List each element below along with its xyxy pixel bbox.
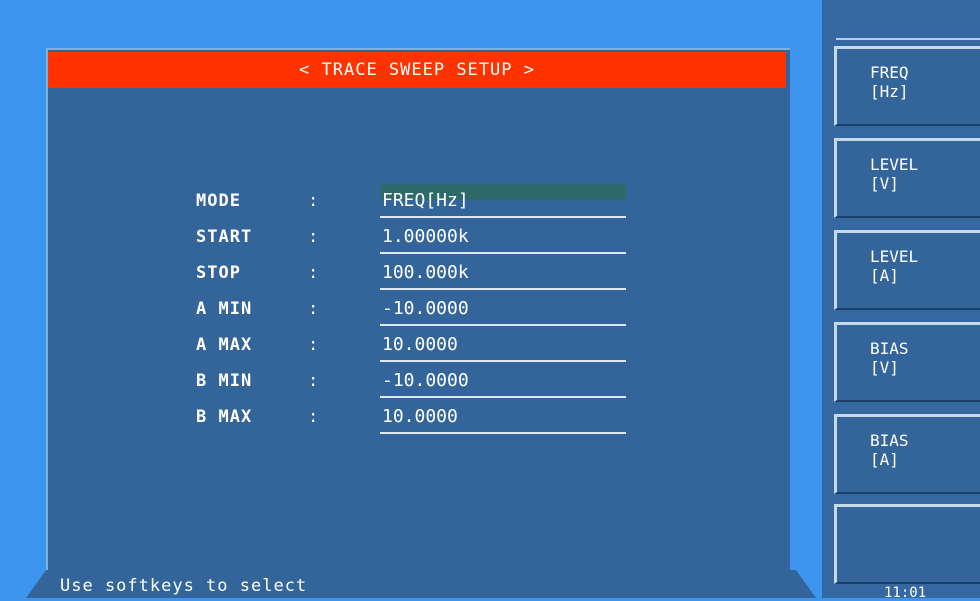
softkey-label-line1: LEVEL — [870, 155, 919, 174]
start-field[interactable]: 1.00000k — [380, 220, 626, 254]
mode-field[interactable]: FREQ[Hz] — [380, 184, 626, 218]
softkey-bias-v[interactable]: BIAS [V] — [834, 322, 980, 402]
field-row-mode[interactable]: MODE : FREQ[Hz] — [196, 184, 676, 220]
field-label: B MAX — [196, 407, 253, 427]
field-label: A MAX — [196, 335, 253, 355]
softkey-label-line1: FREQ — [870, 63, 909, 82]
field-label: A MIN — [196, 299, 253, 319]
field-row-a-min[interactable]: A MIN : -10.0000 — [196, 292, 676, 328]
softkey-freq-hz[interactable]: FREQ [Hz] — [834, 46, 980, 126]
softkey-divider — [836, 38, 980, 40]
field-row-stop[interactable]: STOP : 100.000k — [196, 256, 676, 292]
status-message: Use softkeys to select — [60, 576, 308, 596]
field-colon: : — [308, 407, 319, 427]
setup-panel: < TRACE SWEEP SETUP > MODE : FREQ[Hz] ST… — [46, 48, 790, 580]
a-min-field[interactable]: -10.0000 — [380, 292, 626, 326]
field-label: START — [196, 227, 253, 247]
a-max-field[interactable]: 10.0000 — [380, 328, 626, 362]
softkey-label-line1: BIAS — [870, 431, 909, 450]
field-row-a-max[interactable]: A MAX : 10.0000 — [196, 328, 676, 364]
softkey-label-line2: [A] — [870, 450, 899, 469]
field-row-b-min[interactable]: B MIN : -10.0000 — [196, 364, 676, 400]
softkey-blank[interactable] — [834, 504, 980, 584]
softkey-label-line2: [Hz] — [870, 82, 909, 101]
softkey-label-line2: [A] — [870, 266, 899, 285]
field-colon: : — [308, 227, 319, 247]
softkey-level-a[interactable]: LEVEL [A] — [834, 230, 980, 310]
b-max-field[interactable]: 10.0000 — [380, 400, 626, 434]
softkey-label-line1: LEVEL — [870, 247, 919, 266]
field-colon: : — [308, 299, 319, 319]
field-label: B MIN — [196, 371, 253, 391]
b-min-field[interactable]: -10.0000 — [380, 364, 626, 398]
instrument-screen: < TRACE SWEEP SETUP > MODE : FREQ[Hz] ST… — [0, 0, 980, 600]
softkey-level-v[interactable]: LEVEL [V] — [834, 138, 980, 218]
field-colon: : — [308, 263, 319, 283]
field-colon: : — [308, 335, 319, 355]
softkey-label-line2: [V] — [870, 358, 899, 377]
page-title: < TRACE SWEEP SETUP > — [48, 52, 786, 88]
field-colon: : — [308, 191, 319, 211]
field-row-start[interactable]: START : 1.00000k — [196, 220, 676, 256]
field-colon: : — [308, 371, 319, 391]
field-label: STOP — [196, 263, 241, 283]
field-label: MODE — [196, 191, 241, 211]
stop-field[interactable]: 100.000k — [380, 256, 626, 290]
field-row-b-max[interactable]: B MAX : 10.0000 — [196, 400, 676, 436]
softkey-bias-a[interactable]: BIAS [A] — [834, 414, 980, 494]
softkey-label-line1: BIAS — [870, 339, 909, 358]
softkey-label-line2: [V] — [870, 174, 899, 193]
